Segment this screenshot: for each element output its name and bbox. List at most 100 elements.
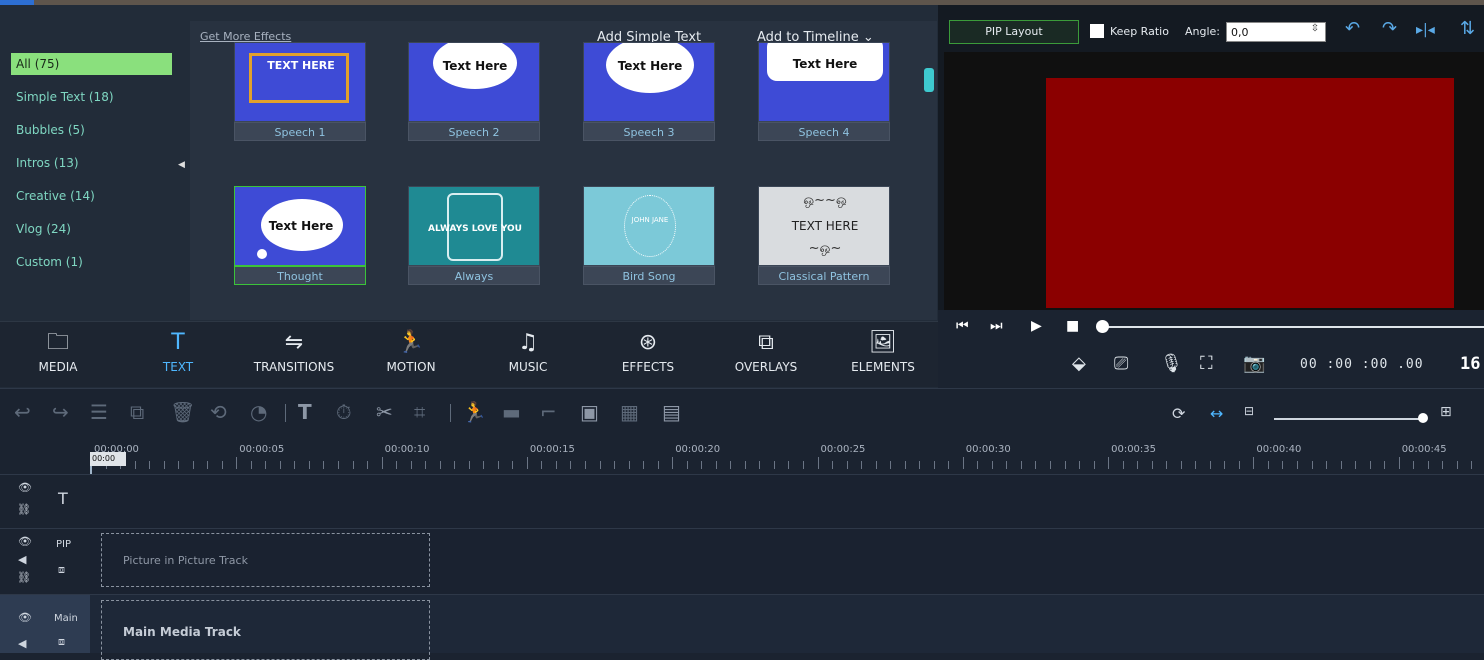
nav-media[interactable]: 🗀 MEDIA — [20, 322, 96, 388]
effect-tile-speech4[interactable]: Text Here Speech 4 — [758, 42, 890, 141]
caption-icon[interactable]: ▬ — [502, 400, 521, 424]
snapshot-icon[interactable]: 📷 — [1243, 353, 1265, 374]
tile-text: Text Here — [268, 219, 334, 233]
ruler-label: 00:00:35 — [1111, 444, 1157, 455]
eye-icon[interactable]: 👁 — [18, 611, 32, 624]
effect-tile-classical-pattern[interactable]: ஒ~~ஒ TEXT HERE ~ஒ~ Classical Pattern — [758, 186, 890, 285]
effect-tile-speech1[interactable]: TEXT HERE Speech 1 — [234, 42, 366, 141]
ruler-tick — [236, 457, 238, 469]
nav-elements[interactable]: 🖼 ELEMENTS — [845, 322, 921, 388]
copy-icon[interactable]: ⧉ — [130, 400, 144, 424]
trim-icon[interactable]: ⌗ — [414, 400, 425, 424]
nav-label: OVERLAYS — [734, 360, 798, 374]
effect-tile-always[interactable]: ALWAYS LOVE YOU Always — [408, 186, 540, 285]
nav-label: MEDIA — [38, 360, 78, 374]
angle-label: Angle: — [1185, 25, 1221, 38]
playhead-label[interactable]: 00:00 — [90, 452, 126, 466]
collapse-arrow-icon[interactable]: ◀ — [178, 160, 186, 170]
ruler-tick — [149, 461, 151, 469]
nav-label: ELEMENTS — [851, 360, 915, 374]
image-icon: 🖼 — [869, 330, 897, 355]
speed-icon[interactable]: ◔ — [250, 400, 267, 424]
seek-track[interactable] — [1104, 326, 1484, 328]
nav-text[interactable]: T TEXT — [140, 322, 216, 388]
grid-icon[interactable]: ▦ — [620, 400, 639, 424]
category-item[interactable]: Bubbles (5) — [11, 119, 172, 141]
nav-transitions[interactable]: ⇋ TRANSITIONS — [245, 322, 343, 388]
category-item[interactable]: Simple Text (18) — [11, 86, 172, 108]
crop-icon[interactable]: ⌐ — [540, 400, 557, 424]
zoom-handle[interactable] — [1418, 413, 1428, 423]
text-tool-icon[interactable]: T — [298, 400, 312, 424]
ruler-tick — [628, 461, 630, 469]
fit-width-icon[interactable]: ↔ — [1210, 404, 1223, 423]
keep-ratio-checkbox[interactable] — [1090, 24, 1104, 38]
effect-tile-bird-song[interactable]: JOHN JANE Bird Song — [583, 186, 715, 285]
nav-music[interactable]: ♫ MUSIC — [490, 322, 566, 388]
nav-motion[interactable]: 🏃 MOTION — [373, 322, 449, 388]
flip-vertical-icon[interactable]: ⇅ — [1460, 18, 1475, 39]
ruler-tick — [425, 461, 427, 469]
pip-layout-button[interactable]: PIP Layout — [949, 20, 1079, 44]
ruler-tick — [454, 461, 456, 469]
speaker-icon[interactable]: ◀ — [18, 553, 26, 566]
settings-sliders-icon[interactable]: ☰ — [90, 400, 108, 424]
rotate-left-icon[interactable]: ↶ — [1345, 18, 1360, 39]
calendar-icon[interactable]: ▤ — [662, 400, 681, 424]
category-item[interactable]: All (75) — [11, 53, 172, 75]
stop-icon[interactable]: ■ — [1066, 318, 1079, 334]
camera-icon[interactable]: ⎚ — [1114, 353, 1128, 374]
eye-icon[interactable]: 👁 — [18, 535, 32, 548]
delete-icon[interactable]: 🗑 — [170, 400, 195, 424]
link-icon[interactable]: ⛓ — [17, 571, 31, 584]
zoom-slider[interactable] — [1274, 418, 1422, 420]
effect-tile-speech3[interactable]: Text Here Speech 3 — [583, 42, 715, 141]
nav-label: TEXT — [162, 360, 194, 374]
frame-counter: 16 — [1460, 354, 1481, 374]
microphone-icon[interactable]: 🎙 — [1160, 353, 1183, 374]
crop-frame-icon[interactable]: ⛶ — [1200, 353, 1213, 374]
rotate-icon[interactable]: ⟲ — [210, 400, 227, 424]
play-icon[interactable]: ▶ — [1031, 318, 1042, 334]
ruler-tick — [1427, 461, 1429, 469]
motion-icon[interactable]: 🏃 — [462, 400, 487, 424]
eye-icon[interactable]: 👁 — [18, 481, 32, 494]
redo-icon[interactable]: ↪ — [52, 400, 69, 424]
ruler-tick — [1296, 461, 1298, 469]
gallery-scrollbar[interactable] — [924, 68, 934, 92]
rotate-right-icon[interactable]: ↷ — [1382, 18, 1397, 39]
nav-effects[interactable]: ⊛ EFFECTS — [610, 322, 686, 388]
ruler-tick — [352, 461, 354, 469]
undo-icon[interactable]: ↩ — [14, 400, 31, 424]
zoom-in-icon[interactable]: ⊞ — [1440, 404, 1452, 420]
ruler-label: 00:00:45 — [1401, 444, 1447, 455]
category-item[interactable]: Intros (13) — [11, 152, 172, 174]
effect-tile-speech2[interactable]: Text Here Speech 2 — [408, 42, 540, 141]
sync-icon[interactable]: ⟳ — [1172, 404, 1185, 423]
nav-overlays[interactable]: ⧉ OVERLAYS — [726, 322, 806, 388]
speaker-icon[interactable]: ◀ — [18, 637, 26, 650]
spin-arrows-icon[interactable]: ⇳ — [1307, 23, 1323, 41]
ruler-tick — [1326, 461, 1328, 469]
seek-handle[interactable] — [1096, 320, 1109, 333]
category-item[interactable]: Vlog (24) — [11, 218, 172, 240]
ruler-label: 00:00:30 — [965, 444, 1011, 455]
ruler-tick — [614, 461, 616, 469]
paint-bucket-icon[interactable]: ⬙ — [1072, 353, 1086, 374]
zoom-out-icon[interactable]: ⊟ — [1244, 404, 1254, 418]
clock-icon[interactable]: ⏱ — [336, 400, 352, 424]
ruler-tick — [163, 461, 165, 469]
flip-horizontal-icon[interactable]: ▸|◂ — [1416, 22, 1435, 38]
ruler-tick — [1151, 461, 1153, 469]
category-item[interactable]: Creative (14) — [11, 185, 172, 207]
text-track[interactable] — [90, 474, 1484, 528]
scissors-icon[interactable]: ✂ — [376, 400, 393, 424]
ruler-label: 00:00:15 — [529, 444, 575, 455]
step-forward-icon[interactable]: ⏭ — [990, 318, 1003, 334]
mosaic-icon[interactable]: ▣ — [580, 400, 599, 424]
effect-tile-thought[interactable]: Text Here Thought — [234, 186, 366, 285]
category-item[interactable]: Custom (1) — [11, 251, 172, 273]
link-icon[interactable]: ⛓ — [17, 503, 31, 516]
keep-ratio-label: Keep Ratio — [1110, 25, 1169, 38]
skip-back-icon[interactable]: ⏮ — [956, 318, 969, 334]
